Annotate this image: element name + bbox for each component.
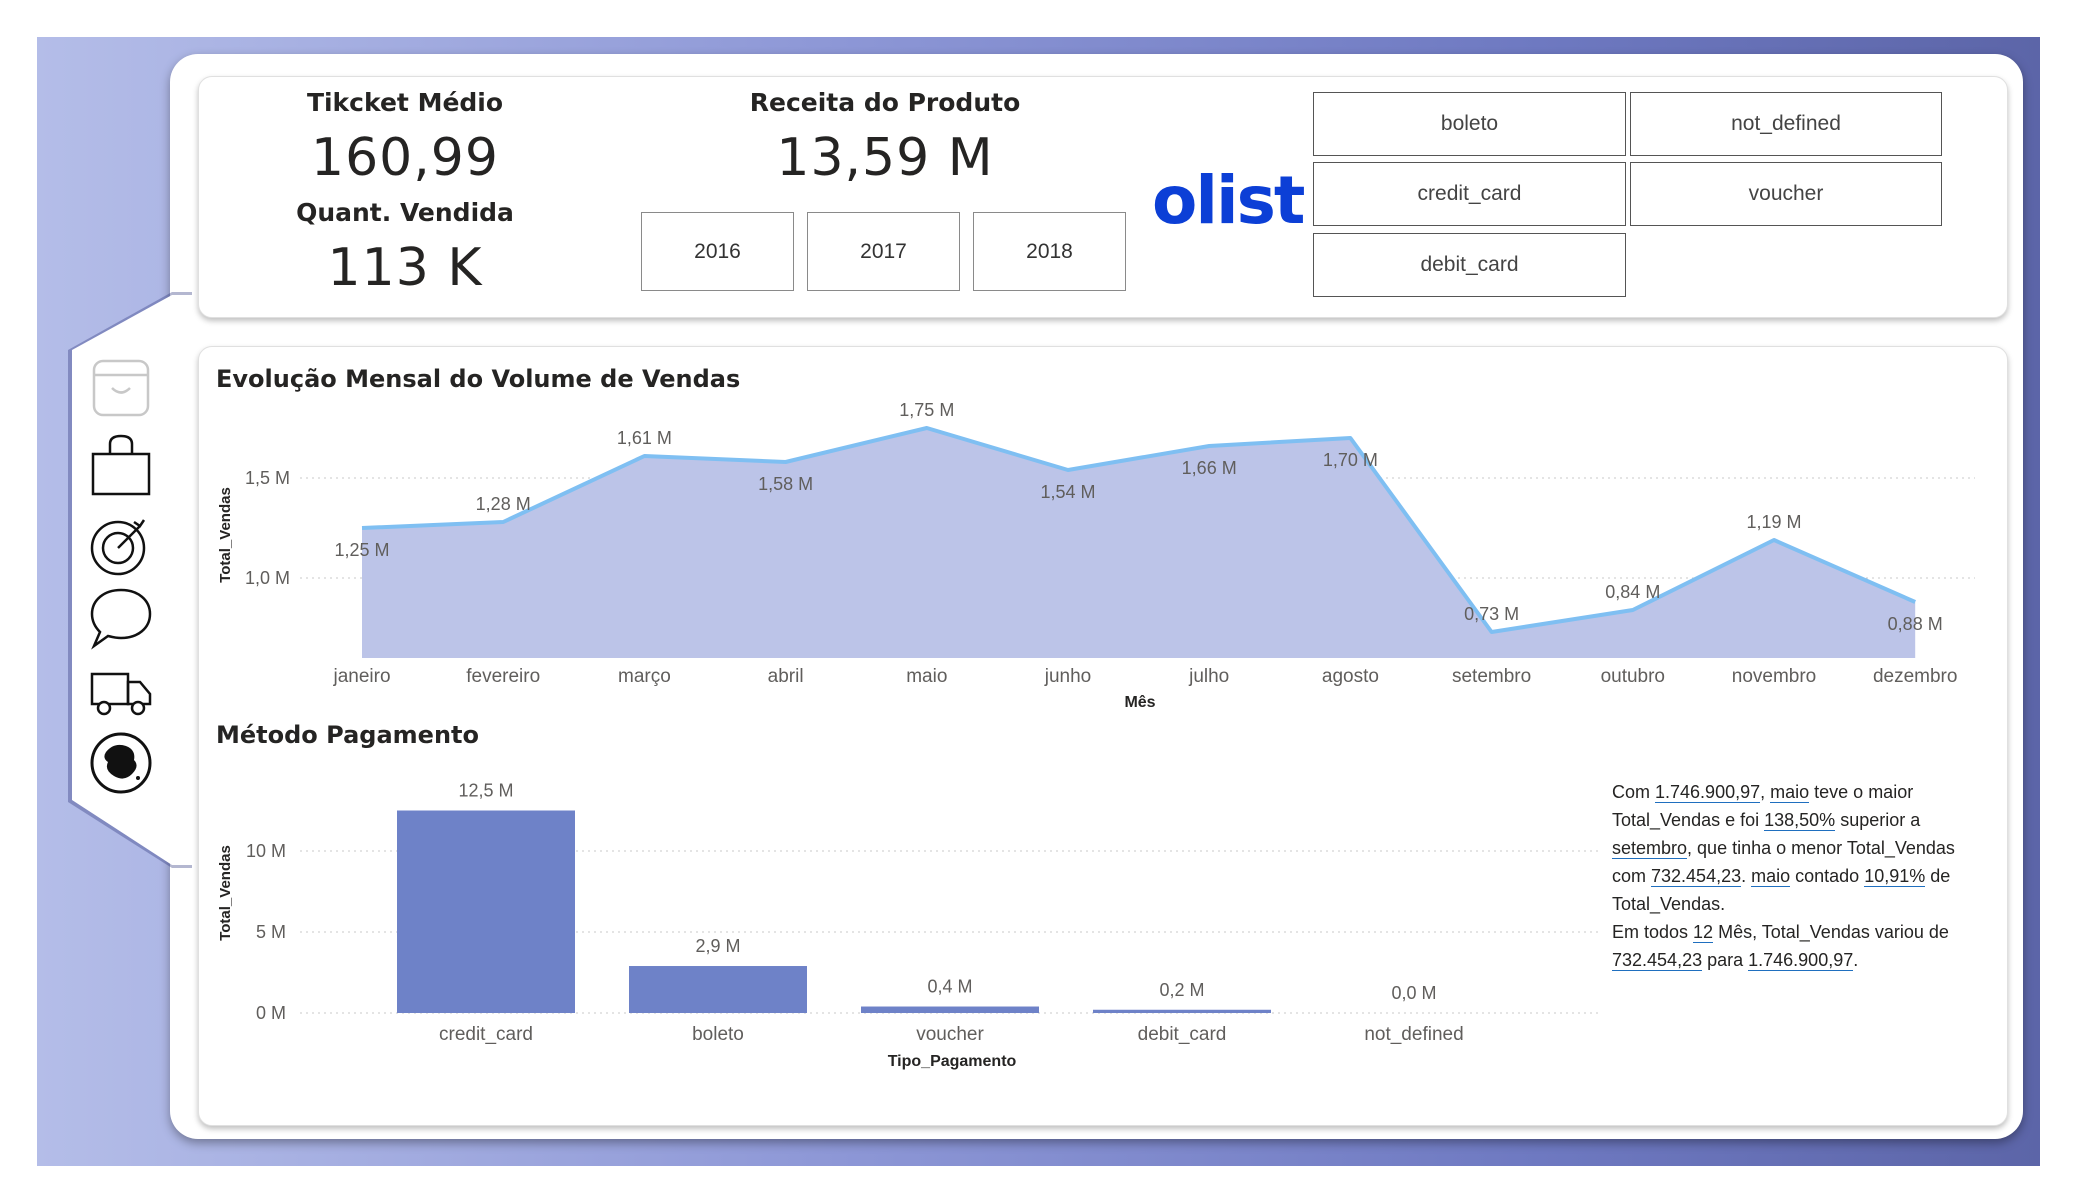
bar-x-tick-label-2: voucher <box>916 1024 984 1045</box>
narrative-highlight: 732.454,23 <box>1612 950 1703 971</box>
bar-y-axis-title: Total_Vendas <box>217 845 234 941</box>
area-series-fill <box>362 428 1916 658</box>
area-x-axis-title: Mês <box>1124 694 1155 711</box>
narrative-text: contado <box>1790 866 1865 886</box>
area-data-label-4: 1,75 M <box>899 400 954 420</box>
narrative-highlight: 1.746.900,97 <box>1655 782 1761 803</box>
narrative-highlight: 12 <box>1693 922 1714 943</box>
area-x-tick-label-3: abril <box>768 666 804 687</box>
area-y-tick-label-1: 1,5 M <box>245 468 290 488</box>
narrative-text: para <box>1702 950 1749 970</box>
bar-0 <box>397 810 575 1013</box>
area-x-tick-label-1: fevereiro <box>466 666 540 687</box>
narrative-highlight: 138,50% <box>1764 810 1836 831</box>
area-data-label-6: 1,66 M <box>1182 458 1237 478</box>
area-x-tick-label-11: dezembro <box>1873 666 1958 687</box>
bar-x-tick-label-4: not_defined <box>1364 1024 1463 1045</box>
narrative-highlight: 732.454,23 <box>1651 866 1742 887</box>
narrative-highlight: 1.746.900,97 <box>1748 950 1854 971</box>
area-data-label-0: 1,25 M <box>334 540 389 560</box>
area-y-tick-label-0: 1,0 M <box>245 568 290 588</box>
bar-x-tick-label-1: boleto <box>692 1024 744 1045</box>
area-y-axis-title: Total_Vendas <box>217 487 234 583</box>
area-data-label-1: 1,28 M <box>476 494 531 514</box>
narrative-text: Mês, Total_Vendas variou de <box>1713 922 1949 942</box>
area-data-label-10: 1,19 M <box>1746 512 1801 532</box>
area-data-label-7: 1,70 M <box>1323 450 1378 470</box>
bar-data-label-3: 0,2 M <box>1159 980 1204 1000</box>
bar-x-tick-label-0: credit_card <box>439 1024 533 1045</box>
area-x-tick-label-7: agosto <box>1322 666 1379 687</box>
area-data-label-2: 1,61 M <box>617 428 672 448</box>
narrative-text: Com <box>1612 782 1656 802</box>
smart-narrative: Com 1.746.900,97, maio teve o maior Tota… <box>1612 778 1982 974</box>
bar-y-tick-label-1: 5 M <box>256 922 286 942</box>
bar-data-label-4: 0,0 M <box>1391 983 1436 1003</box>
narrative-text: Em todos <box>1612 922 1694 942</box>
bar-3 <box>1093 1009 1271 1013</box>
bar-x-axis-title: Tipo_Pagamento <box>888 1053 1017 1070</box>
area-x-tick-label-0: janeiro <box>332 666 390 687</box>
area-chart: 1,0 M 1,5 M 1,25 M janeiro 1,28 M fevereiro 1,… <box>217 400 1975 1070</box>
bar-1 <box>629 966 807 1013</box>
area-x-tick-label-9: outubro <box>1601 666 1665 687</box>
narrative-highlight: maio <box>1751 866 1791 887</box>
narrative-text: superior a <box>1835 810 1921 830</box>
area-x-tick-label-5: junho <box>1044 666 1092 687</box>
bar-data-label-0: 12,5 M <box>458 781 513 801</box>
bar-y-tick-label-0: 0 M <box>256 1003 286 1023</box>
area-x-tick-label-10: novembro <box>1732 666 1817 687</box>
area-data-label-9: 0,84 M <box>1605 582 1660 602</box>
narrative-highlight: 10,91% <box>1864 866 1926 887</box>
area-x-tick-label-6: julho <box>1188 666 1229 687</box>
area-data-label-3: 1,58 M <box>758 474 813 494</box>
narrative-text: . <box>1741 866 1752 886</box>
area-data-label-5: 1,54 M <box>1040 482 1095 502</box>
narrative-highlight: maio <box>1770 782 1810 803</box>
area-x-tick-label-2: março <box>618 666 671 687</box>
area-data-label-8: 0,73 M <box>1464 604 1519 624</box>
area-x-tick-label-4: maio <box>906 666 947 687</box>
bar-y-tick-label-2: 10 M <box>246 841 286 861</box>
narrative-text: , <box>1760 782 1771 802</box>
bar-data-label-2: 0,4 M <box>927 977 972 997</box>
bar-data-label-1: 2,9 M <box>695 936 740 956</box>
bar-x-tick-label-3: debit_card <box>1138 1024 1227 1045</box>
narrative-highlight: setembro <box>1612 838 1688 859</box>
bar-2 <box>861 1006 1039 1013</box>
area-data-label-11: 0,88 M <box>1888 614 1943 634</box>
area-x-tick-label-8: setembro <box>1452 666 1531 687</box>
narrative-text: . <box>1853 950 1859 970</box>
